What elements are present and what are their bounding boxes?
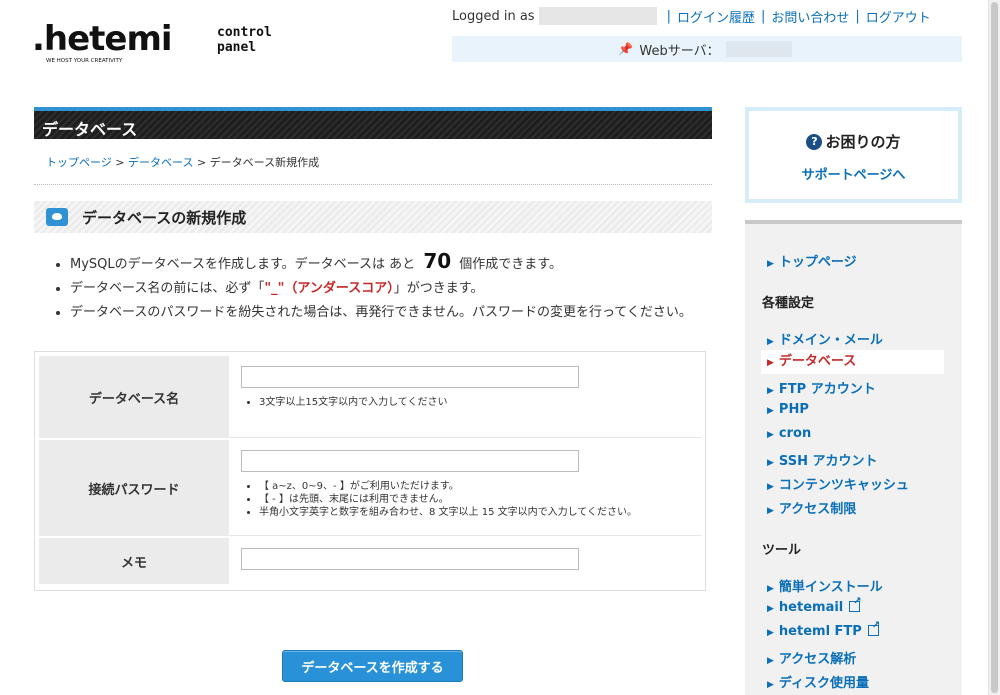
sidebar-item-ssh-account[interactable]: ▶ SSH アカウント [767, 450, 877, 469]
sidebar-item-top[interactable]: ▶ トップページ [767, 251, 857, 270]
main-content: データベース トップページ > データベース > データベース新規作成 データベ… [34, 107, 712, 591]
sidebar-item-ftp-account[interactable]: ▶ FTP アカウント [767, 378, 876, 397]
arrow-icon: ▶ [767, 458, 774, 468]
remaining-count: 70 [423, 249, 452, 273]
db-name-input[interactable] [241, 366, 579, 388]
note-item: データベースのパスワードを紛失された場合は、再発行できません。パスワードの変更を… [70, 301, 712, 325]
sidebar-item-easy-install[interactable]: ▶ 簡単インストール [767, 576, 883, 595]
help-box: ? お困りの方 サポートページへ [745, 107, 962, 203]
form-row-memo: メモ [39, 538, 701, 586]
sidebar-item-access-analysis[interactable]: ▶ アクセス解析 [767, 648, 856, 667]
user-bar: Logged in as | ログイン履歴 | お問い合わせ | ログアウト [452, 7, 931, 26]
web-server-bar: 📌 Webサーバ： [452, 36, 962, 62]
nav-group-settings: 各種設定 [762, 296, 815, 311]
divider [34, 184, 712, 185]
arrow-icon: ▶ [767, 358, 774, 368]
logo-tagline: WE HOST YOUR CREATIVITY [46, 58, 123, 64]
section-heading: データベースの新規作成 [34, 201, 712, 233]
page-title: データベース [34, 107, 712, 139]
nav-group-tools: ツール [762, 543, 802, 558]
breadcrumb-top[interactable]: トップページ [46, 156, 112, 169]
external-link-icon [867, 620, 880, 636]
sidebar-item-database[interactable]: ▶ データベース [761, 350, 944, 374]
arrow-icon: ▶ [767, 482, 774, 492]
heteml-logo[interactable]: .hetemi control panel WE HOST YOUR CREAT… [32, 19, 332, 64]
arrow-icon: ▶ [767, 656, 774, 666]
memo-label: メモ [39, 538, 229, 584]
sidebar-item-php[interactable]: ▶ PHP [767, 402, 809, 417]
arrow-icon: ▶ [767, 337, 774, 347]
breadcrumb-current: データベース新規作成 [209, 156, 320, 169]
sidebar-item-heteml-ftp[interactable]: ▶ heteml FTP [767, 620, 880, 639]
logo-sub-text: control [217, 25, 272, 40]
external-link-icon [849, 596, 862, 612]
page-scrollbar[interactable] [988, 0, 1000, 695]
server-masked [725, 41, 792, 57]
note-item: データベース名の前には、必ず「"_"（アンダースコア）」がつきます。 [70, 277, 712, 301]
database-form: データベース名 3文字以上15文字以内で入力してください 接続パスワード 【 a… [34, 351, 706, 591]
sidebar-item-access-control[interactable]: ▶ アクセス制限 [767, 498, 856, 517]
database-icon [46, 208, 68, 226]
logo-main-text: .hetemi [32, 22, 172, 59]
sidebar-item-hetemail[interactable]: ▶ hetemail [767, 596, 862, 615]
db-name-label: データベース名 [39, 356, 229, 438]
sidebar-item-disk-usage[interactable]: ▶ ディスク使用量 [767, 672, 869, 691]
arrow-icon: ▶ [767, 259, 774, 269]
underscore-note: "_"（アンダースコア） [264, 281, 394, 296]
password-hint: 【 a~z、0~9、- 】がご利用いただけます。 [259, 480, 689, 493]
arrow-icon: ▶ [767, 604, 774, 614]
scrollbar-thumb[interactable] [991, 2, 998, 693]
notes-list: MySQLのデータベースを作成します。データベースは あと 70 個作成できます… [34, 249, 712, 325]
sidebar-item-domain-mail[interactable]: ▶ ドメイン・メール [767, 329, 883, 348]
arrow-icon: ▶ [767, 430, 774, 440]
arrow-icon: ▶ [767, 406, 774, 416]
logout-link[interactable]: ログアウト [866, 7, 931, 26]
password-input[interactable] [241, 450, 579, 472]
form-row-db-name: データベース名 3文字以上15文字以内で入力してください [39, 356, 701, 440]
sidebar-item-content-cache[interactable]: ▶ コンテンツキャッシュ [767, 474, 909, 493]
section-title: データベースの新規作成 [82, 208, 247, 227]
svg-text:panel: panel [217, 40, 256, 55]
password-hint: 半角小文字英字と数字を組み合わせ、8 文字以上 15 文字以内で入力してください… [259, 506, 689, 519]
help-title: お困りの方 [825, 133, 901, 151]
breadcrumb-database[interactable]: データベース [128, 156, 193, 169]
arrow-icon: ▶ [767, 628, 774, 638]
contact-link[interactable]: お問い合わせ [771, 7, 849, 26]
note-item: MySQLのデータベースを作成します。データベースは あと 70 個作成できます… [70, 249, 712, 277]
sidebar-item-cron[interactable]: ▶ cron [767, 426, 811, 441]
form-row-password: 接続パスワード 【 a~z、0~9、- 】がご利用いただけます。 【 - 】は先… [39, 440, 701, 538]
web-server-label: Webサーバ： [639, 43, 720, 59]
breadcrumb: トップページ > データベース > データベース新規作成 [46, 156, 320, 169]
logged-in-label: Logged in as [452, 8, 535, 24]
db-name-hint: 3文字以上15文字以内で入力してください [259, 396, 689, 409]
login-history-link[interactable]: ログイン履歴 [677, 7, 755, 26]
create-database-button[interactable]: データベースを作成する [282, 650, 463, 682]
arrow-icon: ▶ [767, 386, 774, 396]
side-navigation: ▶ トップページ 各種設定 ▶ ドメイン・メール ▶ データベース ▶ FTP アカウン… [745, 220, 962, 695]
arrow-icon: ▶ [767, 506, 774, 516]
support-page-link[interactable]: サポートページへ [749, 164, 958, 183]
password-label: 接続パスワード [39, 440, 229, 536]
memo-input[interactable] [241, 548, 579, 570]
username-masked [538, 7, 657, 25]
pin-icon: 📌 [618, 42, 634, 56]
arrow-icon: ▶ [767, 680, 774, 690]
question-icon: ? [806, 133, 823, 150]
arrow-icon: ▶ [767, 584, 774, 594]
password-hint: 【 - 】は先頭、末尾には利用できません。 [259, 493, 689, 506]
